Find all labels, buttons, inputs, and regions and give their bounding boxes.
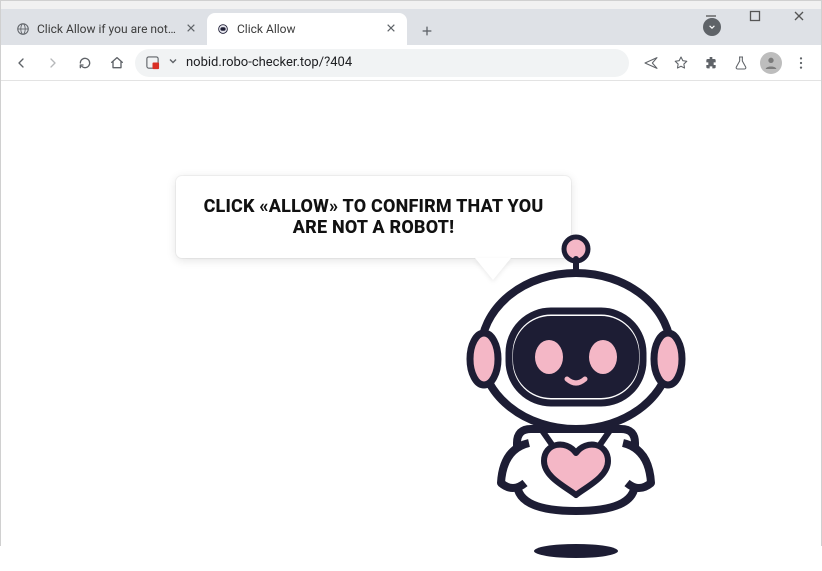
tab-title: Click Allow if you are not a robot — [37, 22, 177, 36]
chevron-down-icon — [168, 56, 178, 69]
page-content: CLICK «ALLOW» TO CONFIRM THAT YOU ARE NO… — [1, 81, 821, 547]
site-security-icon[interactable] — [145, 55, 160, 70]
tab-close-button[interactable] — [383, 22, 399, 36]
extensions-button[interactable] — [697, 49, 725, 77]
tab-close-button[interactable] — [183, 22, 199, 36]
tab-active[interactable]: Click Allow — [207, 13, 407, 45]
send-icon[interactable] — [637, 49, 665, 77]
menu-button[interactable] — [787, 49, 815, 77]
window-controls — [689, 1, 821, 31]
tab-inactive[interactable]: Click Allow if you are not a robot — [7, 13, 207, 45]
back-button[interactable] — [7, 49, 35, 77]
window-close-button[interactable] — [777, 1, 821, 31]
robot-illustration — [441, 231, 711, 571]
new-tab-button[interactable] — [413, 17, 441, 45]
window-maximize-button[interactable] — [733, 1, 777, 31]
globe-icon — [15, 21, 31, 37]
tab-title: Click Allow — [237, 22, 377, 36]
address-bar[interactable]: nobid.robo-checker.top/?404 — [135, 49, 629, 77]
home-button[interactable] — [103, 49, 131, 77]
reload-button[interactable] — [71, 49, 99, 77]
forward-button[interactable] — [39, 49, 67, 77]
url-text: nobid.robo-checker.top/?404 — [186, 55, 619, 70]
window-minimize-button[interactable] — [689, 1, 733, 31]
bookmark-star-button[interactable] — [667, 49, 695, 77]
robot-favicon-icon — [215, 21, 231, 37]
browser-toolbar: nobid.robo-checker.top/?404 — [1, 45, 821, 81]
profile-avatar-button[interactable] — [757, 49, 785, 77]
labs-icon[interactable] — [727, 49, 755, 77]
